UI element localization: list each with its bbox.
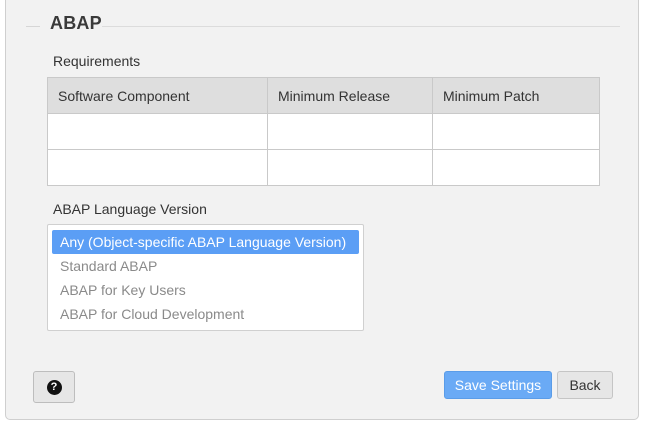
legend-divider-right: [102, 26, 620, 27]
column-header-minimum-release[interactable]: Minimum Release: [267, 77, 433, 114]
table-cell-minimum-release[interactable]: [267, 149, 433, 186]
section-title: ABAP: [50, 13, 102, 33]
settings-panel: ABAP Requirements Software Component Min…: [5, 0, 639, 420]
language-version-label: ABAP Language Version: [53, 201, 207, 217]
language-version-listbox[interactable]: Any (Object-specific ABAP Language Versi…: [47, 224, 364, 331]
language-option-any[interactable]: Any (Object-specific ABAP Language Versi…: [52, 230, 359, 254]
table-cell-software-component[interactable]: [47, 149, 268, 186]
table-cell-minimum-patch[interactable]: [432, 113, 600, 150]
language-option-key-users[interactable]: ABAP for Key Users: [52, 278, 359, 302]
table-row[interactable]: [47, 113, 600, 150]
column-header-minimum-patch[interactable]: Minimum Patch: [432, 77, 600, 114]
table-cell-minimum-release[interactable]: [267, 113, 433, 150]
table-row[interactable]: [47, 149, 600, 186]
back-button[interactable]: Back: [557, 371, 613, 399]
requirements-label: Requirements: [53, 53, 141, 69]
language-option-cloud-development[interactable]: ABAP for Cloud Development: [52, 302, 359, 326]
table-cell-minimum-patch[interactable]: [432, 149, 600, 186]
language-option-standard-abap[interactable]: Standard ABAP: [52, 254, 359, 278]
requirements-table: Software Component Minimum Release Minim…: [47, 77, 600, 186]
help-button[interactable]: ?: [33, 371, 75, 403]
table-cell-software-component[interactable]: [47, 113, 268, 150]
question-circle-icon: ?: [46, 379, 62, 395]
column-header-software-component[interactable]: Software Component: [47, 77, 268, 114]
table-header-row: Software Component Minimum Release Minim…: [47, 77, 600, 114]
section-header: ABAP: [26, 10, 620, 44]
legend-divider-left: [26, 26, 40, 27]
save-settings-button[interactable]: Save Settings: [444, 371, 552, 399]
